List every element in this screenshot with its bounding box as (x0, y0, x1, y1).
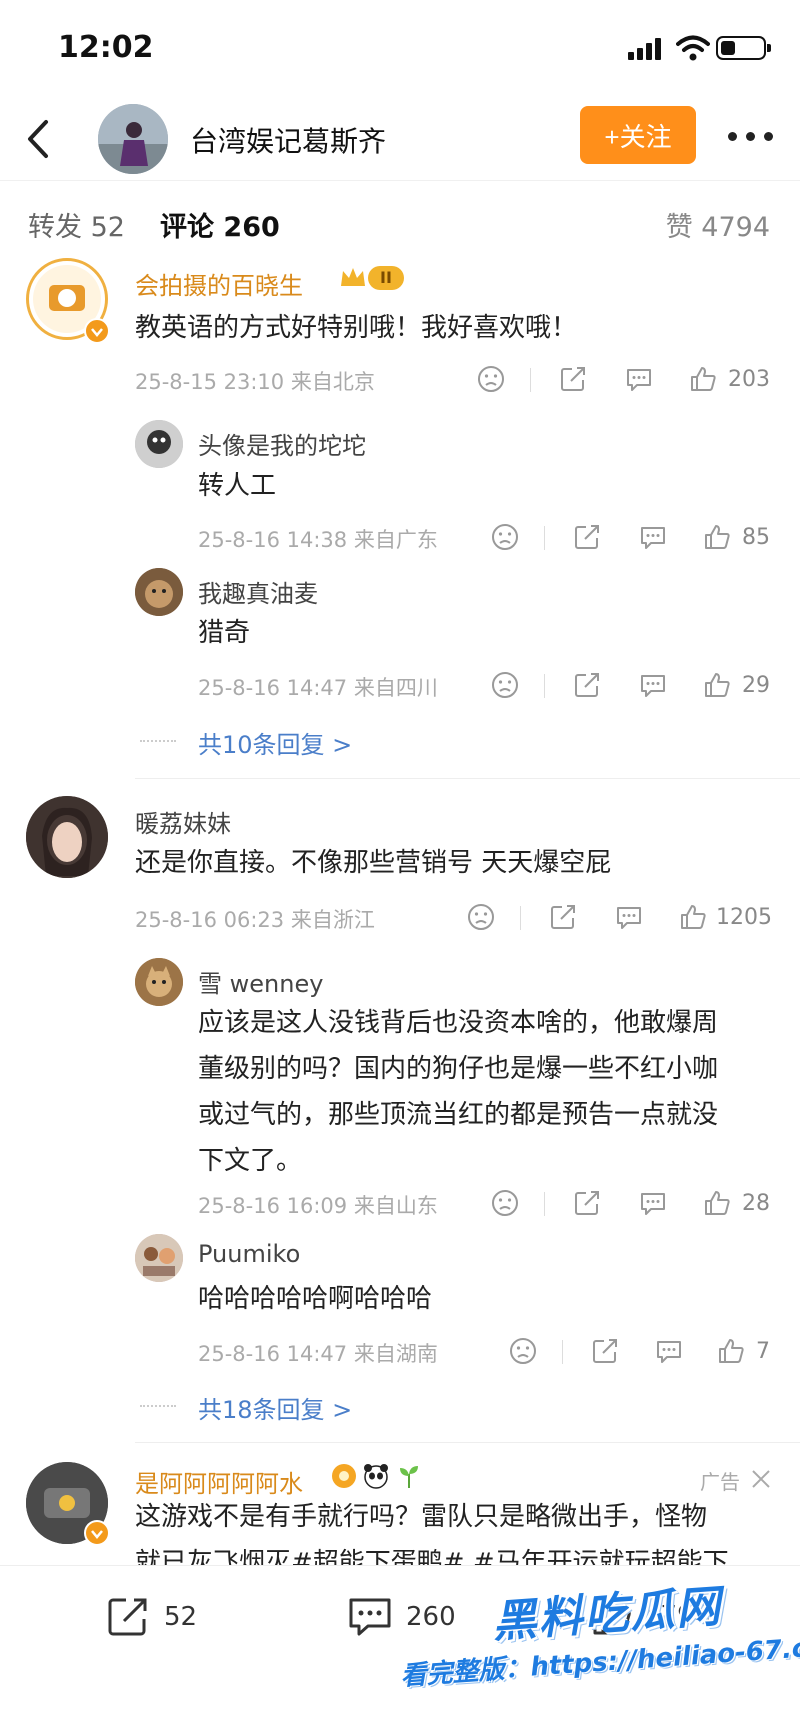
share-icon[interactable] (572, 522, 602, 552)
like-count: 7 (756, 1339, 770, 1364)
like-count: 29 (742, 673, 770, 698)
more-icon[interactable] (728, 126, 774, 146)
comment-username[interactable]: 会拍摄的百晓生 (135, 266, 303, 301)
reply-username[interactable]: 我趣真油麦 (198, 574, 318, 609)
reply-username[interactable]: 头像是我的坨坨 (198, 426, 366, 461)
comment-meta: 25-8-16 06:23 来自浙江 (135, 908, 375, 932)
back-icon[interactable] (20, 114, 60, 164)
comment-text: 教英语的方式好特别哦！我好喜欢哦！ (135, 313, 578, 343)
reply-username[interactable]: 雪 wenney (198, 964, 323, 999)
share-icon[interactable] (548, 902, 578, 932)
like-count: 1205 (716, 905, 772, 930)
reply-username[interactable]: Puumiko (198, 1240, 300, 1268)
like-icon[interactable] (702, 522, 732, 552)
follow-button[interactable]: +关注 (580, 106, 696, 164)
reply-icon[interactable] (638, 670, 668, 700)
more-replies-link[interactable]: 共10条回复 > (198, 725, 352, 760)
panda-icon (364, 1464, 388, 1489)
dislike-icon[interactable] (476, 364, 506, 394)
reply-icon[interactable] (654, 1336, 684, 1366)
dislike-icon[interactable] (508, 1336, 538, 1366)
like-icon[interactable] (716, 1336, 746, 1366)
wifi-icon (676, 35, 710, 61)
verified-icon (84, 1520, 110, 1546)
more-replies-link[interactable]: 共18条回复 > (198, 1390, 352, 1425)
battery-icon (716, 36, 771, 60)
reply-icon[interactable] (624, 364, 654, 394)
tab-comments[interactable]: 评论 260 (160, 205, 280, 244)
reply-meta: 25-8-16 14:38 来自广东 (198, 528, 438, 552)
comment-username[interactable]: 暖荔妹妹 (135, 804, 231, 839)
dislike-icon[interactable] (490, 522, 520, 552)
dislike-icon[interactable] (490, 1188, 520, 1218)
like-icon[interactable] (678, 902, 708, 932)
avatar[interactable] (135, 420, 183, 468)
divider (544, 1192, 545, 1216)
like-icon[interactable] (702, 1188, 732, 1218)
signal-icon (628, 38, 664, 60)
like-icon[interactable] (688, 364, 718, 394)
status-bar: 12:02 (0, 0, 800, 100)
close-icon[interactable] (750, 1468, 772, 1490)
avatar[interactable] (135, 1234, 183, 1282)
reply-text: 哈哈哈哈哈啊哈哈哈 (198, 1284, 433, 1314)
divider (530, 368, 531, 392)
comment-divider (135, 778, 800, 779)
reply-icon[interactable] (638, 1188, 668, 1218)
reply-text: 猎奇 (198, 618, 251, 648)
author-avatar[interactable] (98, 104, 168, 174)
bottom-comment-button[interactable]: 260 (346, 1594, 456, 1640)
ad-label: 广告 (700, 1470, 740, 1494)
author-name[interactable]: 台湾娱记葛斯齐 (190, 120, 386, 160)
reply-meta: 25-8-16 16:09 来自山东 (198, 1194, 438, 1218)
reply-icon[interactable] (638, 522, 668, 552)
bottom-repost-button[interactable]: 52 (104, 1594, 197, 1640)
avatar[interactable] (26, 796, 108, 878)
divider (520, 906, 521, 930)
reply-meta: 25-8-16 14:47 来自湖南 (198, 1342, 438, 1366)
share-icon[interactable] (590, 1336, 620, 1366)
verified-icon (84, 318, 110, 344)
dislike-icon[interactable] (490, 670, 520, 700)
divider (544, 674, 545, 698)
share-icon[interactable] (558, 364, 588, 394)
divider (562, 1340, 563, 1364)
comment-icon (349, 1598, 391, 1636)
share-icon[interactable] (572, 1188, 602, 1218)
avatar[interactable] (135, 568, 183, 616)
like-icon[interactable] (702, 670, 732, 700)
comment-divider (135, 1442, 800, 1443)
comment-text: 这游戏不是有手就行吗？雷队只是略微出手，怪物 就已灰飞烟灭#超能下蛋鸭# #马年… (135, 1502, 729, 1566)
level-badge: II (368, 266, 404, 290)
weibo-comments-page: 12:02 台湾娱记葛斯齐 +关注 转发 52 评论 260 赞 4794 会拍… (0, 0, 800, 1733)
crown-icon (341, 268, 365, 286)
comment-meta: 25-8-15 23:10 来自北京 (135, 370, 375, 394)
reply-text: 转人工 (198, 471, 277, 501)
sprout-icon (400, 1466, 418, 1488)
tab-likes[interactable]: 赞 4794 (666, 205, 770, 244)
like-count: 203 (728, 367, 770, 392)
divider (544, 526, 545, 550)
share-icon (108, 1598, 147, 1636)
avatar[interactable] (135, 958, 183, 1006)
like-count: 28 (742, 1191, 770, 1216)
comment-text: 还是你直接。不像那些营销号 天天爆空屁 (135, 848, 612, 878)
reply-meta: 25-8-16 14:47 来自四川 (198, 676, 438, 700)
dotted-line (140, 1405, 176, 1407)
dislike-icon[interactable] (466, 902, 496, 932)
reply-icon[interactable] (614, 902, 644, 932)
like-count: 85 (742, 525, 770, 550)
status-time: 12:02 (58, 30, 154, 65)
tab-repost[interactable]: 转发 52 (28, 205, 125, 244)
flower-badge-icon (332, 1464, 356, 1488)
reply-text: 应该是这人没钱背后也没资本啥的，他敢爆周 董级别的吗？国内的狗仔也是爆一些不红小… (198, 1008, 719, 1176)
nav-bar: 台湾娱记葛斯齐 +关注 (0, 100, 800, 180)
dotted-line (140, 740, 176, 742)
share-icon[interactable] (572, 670, 602, 700)
tab-bar: 转发 52 评论 260 赞 4794 (0, 180, 800, 260)
